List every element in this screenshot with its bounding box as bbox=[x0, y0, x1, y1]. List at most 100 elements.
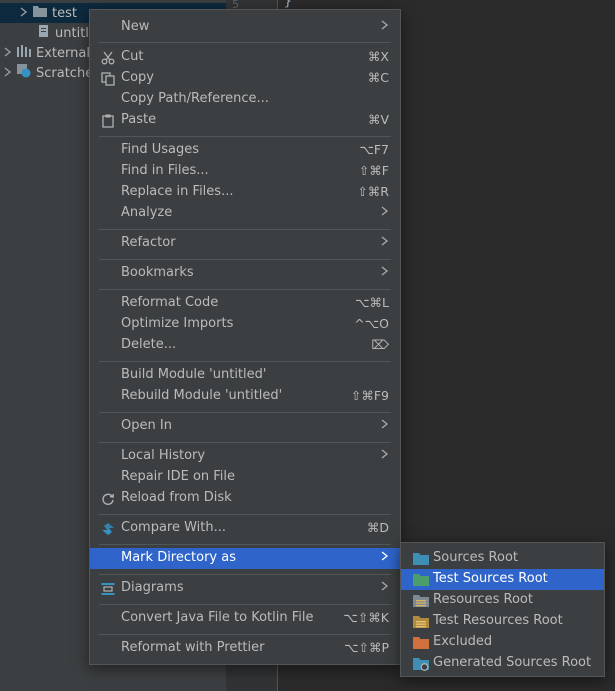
test-sources-root-folder-icon bbox=[413, 573, 429, 587]
tree-item-external-libraries[interactable]: External bbox=[0, 43, 90, 63]
generated-sources-root-folder-icon bbox=[413, 657, 429, 671]
submenu-item-excluded[interactable]: Excluded bbox=[401, 632, 604, 653]
code-brace: } bbox=[284, 0, 292, 9]
menu-item-label: Copy Path/Reference... bbox=[121, 91, 269, 106]
menu-item-label: Mark Directory as bbox=[121, 550, 236, 565]
menu-item-find-usages[interactable]: Find Usages ⌥F7 bbox=[90, 140, 400, 161]
menu-item-label: Analyze bbox=[121, 205, 173, 220]
mark-directory-submenu: Sources Root Test Sources Root Resources… bbox=[400, 542, 605, 677]
menu-item-compare-with[interactable]: Compare With... ⌘D bbox=[90, 518, 400, 539]
chevron-right-icon bbox=[381, 580, 389, 596]
menu-item-label: Delete... bbox=[121, 337, 177, 352]
menu-item-label: Compare With... bbox=[121, 520, 227, 535]
menu-item-new[interactable]: New bbox=[90, 17, 400, 38]
menu-separator bbox=[99, 574, 391, 575]
menu-item-mark-directory-as[interactable]: Mark Directory as bbox=[90, 548, 400, 569]
menu-item-replace-in-files[interactable]: Replace in Files... ⇧⌘R bbox=[90, 182, 400, 203]
chevron-right-icon bbox=[381, 265, 389, 281]
menu-item-label: Diagrams bbox=[121, 580, 184, 595]
menu-separator bbox=[99, 136, 391, 137]
tree-item-label: External bbox=[36, 45, 90, 61]
menu-item-label: Cut bbox=[121, 49, 144, 64]
submenu-item-test-resources-root[interactable]: Test Resources Root bbox=[401, 611, 604, 632]
menu-item-diagrams[interactable]: Diagrams bbox=[90, 578, 400, 599]
menu-item-label: Reload from Disk bbox=[121, 490, 232, 505]
menu-item-rebuild-module[interactable]: Rebuild Module 'untitled' ⇧⌘F9 bbox=[90, 386, 400, 407]
menu-separator bbox=[99, 442, 391, 443]
excluded-folder-icon bbox=[413, 636, 429, 650]
menu-item-shortcut: ⇧⌘F bbox=[358, 163, 389, 178]
tree-item-label: Scratche bbox=[36, 65, 94, 81]
submenu-item-sources-root[interactable]: Sources Root bbox=[401, 548, 604, 569]
menu-item-copy-path[interactable]: Copy Path/Reference... bbox=[90, 89, 400, 110]
scissors-icon bbox=[100, 50, 116, 66]
chevron-right-icon[interactable] bbox=[4, 46, 12, 61]
menu-item-shortcut: ⌦ bbox=[371, 337, 389, 352]
menu-item-label: New bbox=[121, 19, 150, 34]
menu-separator bbox=[99, 634, 391, 635]
menu-item-reformat-code[interactable]: Reformat Code ⌥⌘L bbox=[90, 293, 400, 314]
menu-separator bbox=[99, 544, 391, 545]
menu-item-find-in-files[interactable]: Find in Files... ⇧⌘F bbox=[90, 161, 400, 182]
menu-item-shortcut: ⇧⌘R bbox=[357, 184, 389, 199]
menu-item-analyze[interactable]: Analyze bbox=[90, 203, 400, 224]
menu-item-shortcut: ⌥⇧⌘P bbox=[344, 640, 389, 655]
menu-item-label: Reformat Code bbox=[121, 295, 219, 310]
resources-root-folder-icon bbox=[413, 594, 429, 608]
menu-separator bbox=[99, 229, 391, 230]
menu-item-label: Optimize Imports bbox=[121, 316, 234, 331]
chevron-right-icon bbox=[381, 235, 389, 251]
chevron-right-icon bbox=[381, 448, 389, 464]
menu-item-local-history[interactable]: Local History bbox=[90, 446, 400, 467]
menu-item-open-in[interactable]: Open In bbox=[90, 416, 400, 437]
menu-item-convert-java-to-kotlin[interactable]: Convert Java File to Kotlin File ⌥⇧⌘K bbox=[90, 608, 400, 629]
menu-item-reload-from-disk[interactable]: Reload from Disk bbox=[90, 488, 400, 509]
menu-item-label: Paste bbox=[121, 112, 157, 127]
menu-item-shortcut: ⇧⌘F9 bbox=[350, 388, 389, 403]
menu-item-label: Excluded bbox=[433, 634, 493, 649]
menu-item-shortcut: ⌘D bbox=[366, 520, 389, 535]
menu-separator bbox=[99, 361, 391, 362]
menu-item-shortcut: ⌥⌘L bbox=[355, 295, 389, 310]
menu-item-repair-ide[interactable]: Repair IDE on File bbox=[90, 467, 400, 488]
chevron-right-icon[interactable] bbox=[20, 6, 28, 21]
menu-separator bbox=[99, 42, 391, 43]
menu-item-copy[interactable]: Copy ⌘C bbox=[90, 68, 400, 89]
menu-item-paste[interactable]: Paste ⌘V bbox=[90, 110, 400, 131]
copy-icon bbox=[100, 71, 116, 87]
menu-item-optimize-imports[interactable]: Optimize Imports ^⌥O bbox=[90, 314, 400, 335]
menu-item-shortcut: ⌥F7 bbox=[359, 142, 389, 157]
menu-item-refactor[interactable]: Refactor bbox=[90, 233, 400, 254]
menu-item-label: Replace in Files... bbox=[121, 184, 234, 199]
menu-item-label: Sources Root bbox=[433, 550, 519, 565]
menu-separator bbox=[99, 604, 391, 605]
menu-item-label: Find in Files... bbox=[121, 163, 209, 178]
menu-separator bbox=[99, 412, 391, 413]
chevron-right-icon bbox=[381, 550, 389, 566]
clipboard-icon bbox=[100, 113, 116, 129]
submenu-item-test-sources-root[interactable]: Test Sources Root bbox=[401, 569, 604, 590]
library-icon bbox=[17, 45, 31, 61]
chevron-right-icon bbox=[381, 205, 389, 221]
menu-separator bbox=[99, 514, 391, 515]
menu-item-shortcut: ⌘X bbox=[367, 49, 389, 64]
menu-item-bookmarks[interactable]: Bookmarks bbox=[90, 263, 400, 284]
submenu-item-generated-sources-root[interactable]: Generated Sources Root bbox=[401, 653, 604, 674]
menu-item-label: Local History bbox=[121, 448, 206, 463]
menu-item-reformat-with-prettier[interactable]: Reformat with Prettier ⌥⇧⌘P bbox=[90, 638, 400, 659]
tree-item-scratches[interactable]: Scratche bbox=[0, 63, 93, 83]
menu-item-label: Resources Root bbox=[433, 592, 533, 607]
menu-item-build-module[interactable]: Build Module 'untitled' bbox=[90, 365, 400, 386]
menu-separator bbox=[99, 259, 391, 260]
chevron-right-icon[interactable] bbox=[4, 66, 12, 81]
chevron-right-icon bbox=[381, 418, 389, 434]
menu-item-delete[interactable]: Delete... ⌦ bbox=[90, 335, 400, 356]
folder-icon bbox=[33, 5, 47, 21]
menu-item-label: Test Sources Root bbox=[433, 571, 548, 586]
menu-item-label: Open In bbox=[121, 418, 172, 433]
menu-item-cut[interactable]: Cut ⌘X bbox=[90, 47, 400, 68]
context-menu: New Cut ⌘X Copy ⌘C Copy Path/Reference..… bbox=[89, 9, 401, 665]
menu-item-label: Refactor bbox=[121, 235, 176, 250]
submenu-item-resources-root[interactable]: Resources Root bbox=[401, 590, 604, 611]
menu-item-shortcut: ^⌥O bbox=[354, 316, 389, 331]
